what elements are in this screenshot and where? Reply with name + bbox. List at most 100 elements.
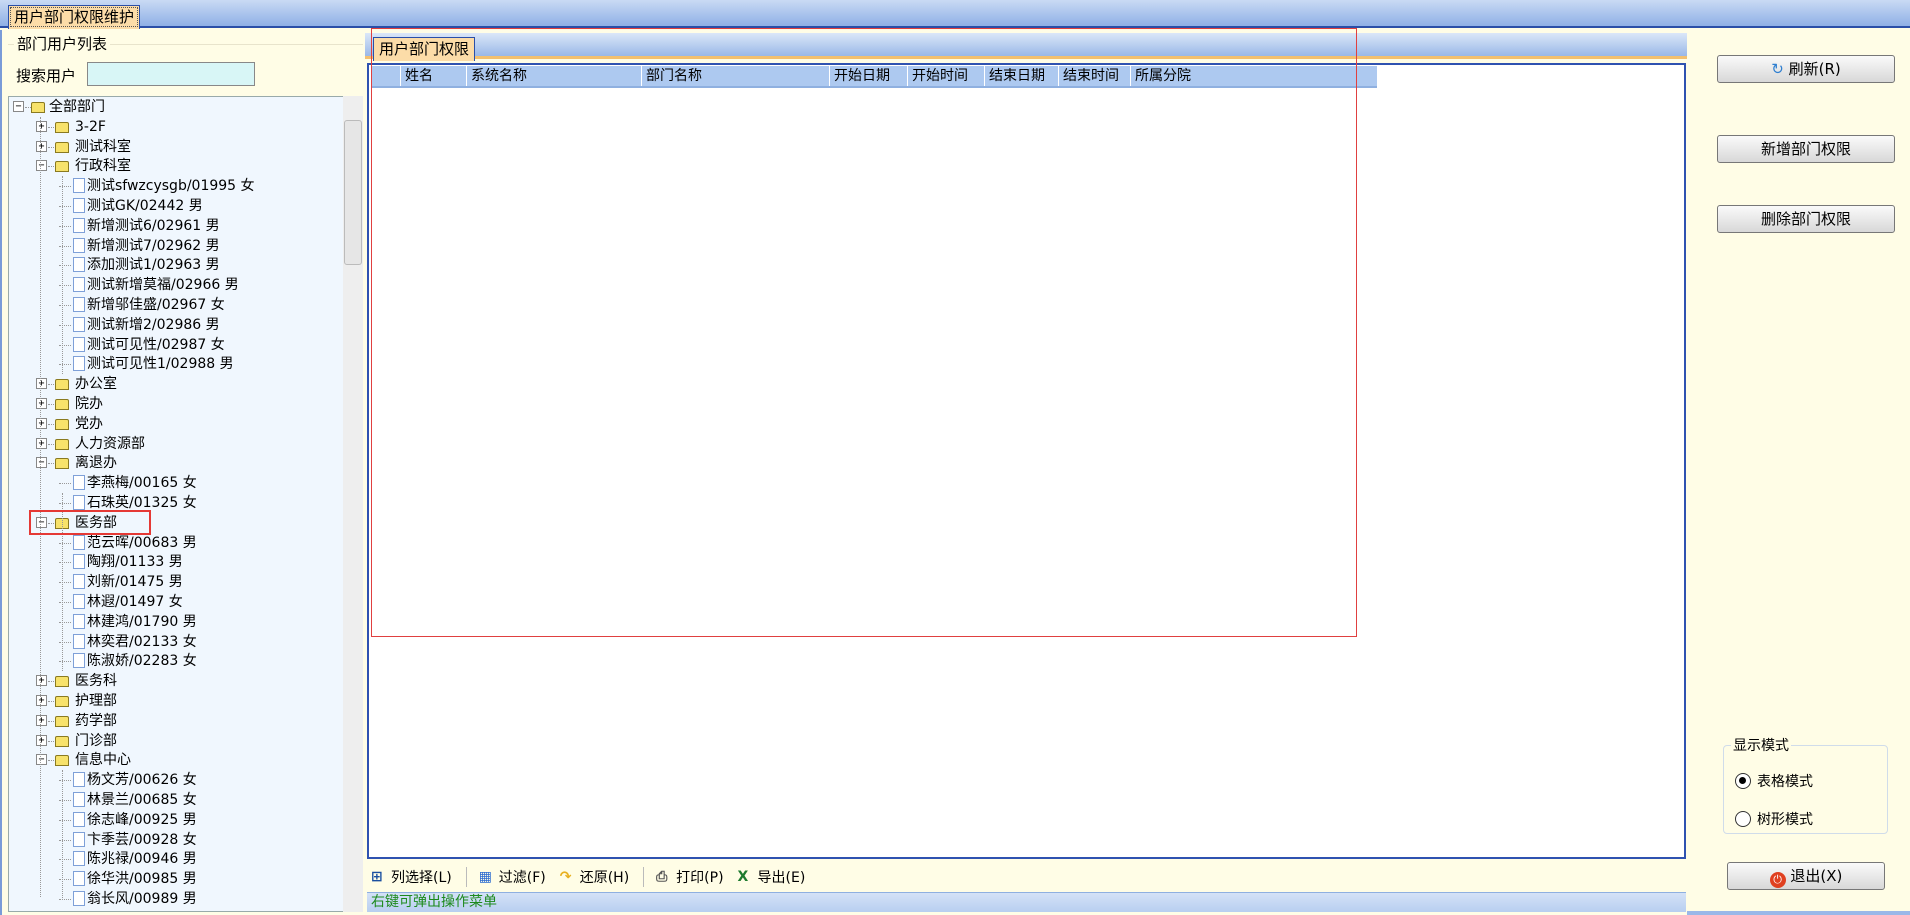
expand-icon[interactable]: + — [36, 734, 47, 746]
tree-user-node[interactable]: 林建鸿/01790 男 — [9, 612, 349, 632]
tree-user-node[interactable]: 陶翔/01133 男 — [9, 552, 349, 572]
tree-user-node[interactable]: 林景兰/00685 女 — [9, 790, 349, 810]
tree-folder-node[interactable]: − 行政科室 — [9, 156, 349, 176]
add-dept-permission-button[interactable]: 新增部门权限 — [1717, 135, 1895, 163]
tree-user-node[interactable]: 测试可见性1/02988 男 — [9, 354, 349, 374]
tab-user-dept-permission-maintenance[interactable]: 用户部门权限维护 — [8, 5, 141, 29]
tree-user-node[interactable]: 徐志峰/00925 男 — [9, 810, 349, 830]
tree-node-label: 测试新增莫福/02966 男 — [87, 277, 239, 294]
tree-user-node[interactable]: 林遐/01497 女 — [9, 592, 349, 612]
tree-folder-node[interactable]: + 院办 — [9, 394, 349, 414]
tree-user-node[interactable]: 刘新/01475 男 — [9, 572, 349, 592]
column-header[interactable]: 开始日期 — [829, 66, 907, 86]
tree-connector — [59, 859, 71, 861]
tree-user-node[interactable]: 范云晖/00683 男 — [9, 533, 349, 553]
search-user-input[interactable] — [87, 62, 255, 86]
expand-icon[interactable]: + — [36, 675, 47, 687]
document-icon — [73, 356, 85, 372]
tree-node-label: 卞季芸/00928 女 — [87, 831, 197, 848]
column-header[interactable]: 部门名称 — [641, 66, 829, 86]
tree-connector — [59, 562, 71, 564]
document-icon — [73, 613, 85, 629]
expand-icon[interactable]: + — [36, 120, 47, 132]
tree-user-node[interactable]: 新增测试7/02962 男 — [9, 236, 349, 256]
expand-icon[interactable]: + — [36, 140, 47, 152]
tree-user-node[interactable]: 杨文芳/00626 女 — [9, 770, 349, 790]
column-header[interactable]: 结束时间 — [1058, 66, 1130, 86]
folder-icon — [55, 161, 69, 173]
permission-grid[interactable] — [367, 63, 1686, 859]
collapse-icon[interactable]: − — [36, 160, 47, 172]
tree-user-node[interactable]: 测试可见性/02987 女 — [9, 335, 349, 355]
tree-folder-node[interactable]: + 党办 — [9, 414, 349, 434]
refresh-button[interactable]: ↻ 刷新(R) — [1717, 55, 1895, 83]
toolbar-label: 过滤(F) — [498, 870, 546, 886]
tree-folder-node[interactable]: + 门诊部 — [9, 731, 349, 751]
delete-dept-permission-button[interactable]: 删除部门权限 — [1717, 205, 1895, 233]
tree-folder-node[interactable]: + 药学部 — [9, 711, 349, 731]
tree-node-label: 新增测试7/02962 男 — [87, 237, 220, 254]
tree-node-label: 李燕梅/00165 女 — [87, 475, 197, 492]
tree-folder-node[interactable]: + 测试科室 — [9, 137, 349, 157]
tab-user-dept-permission[interactable]: 用户部门权限 — [373, 37, 476, 61]
expand-icon[interactable]: + — [36, 378, 47, 390]
tree-scrollbar-thumb[interactable] — [344, 120, 362, 265]
tree-folder-node[interactable]: + 护理部 — [9, 691, 349, 711]
collapse-icon[interactable]: − — [36, 457, 47, 469]
collapse-icon[interactable]: − — [36, 754, 47, 766]
tree-node-label: 林奕君/02133 女 — [87, 633, 197, 650]
column-header[interactable]: 系统名称 — [466, 66, 641, 86]
tree-user-node[interactable]: 李燕梅/00165 女 — [9, 473, 349, 493]
column-header[interactable]: 所属分院 — [1130, 66, 1377, 86]
column-header[interactable] — [371, 66, 400, 86]
radio-tree-mode[interactable]: 树形模式 — [1735, 809, 1813, 829]
tree-node-label: 人力资源部 — [75, 435, 145, 452]
column-header[interactable]: 结束日期 — [984, 66, 1058, 86]
department-user-tree: − 全部部门 +3-2F + 测试科室 − 行政科室 测试sfwzcysgb/01995 女测… — [8, 96, 363, 912]
collapse-icon[interactable]: − — [13, 101, 24, 112]
radio-label: 树形模式 — [1757, 812, 1813, 828]
center-tab-strip — [365, 33, 1687, 59]
tree-user-node[interactable]: 测试新增莫福/02966 男 — [9, 275, 349, 295]
tree-folder-node[interactable]: + 办公室 — [9, 374, 349, 394]
column-header[interactable]: 姓名 — [400, 66, 466, 86]
tree-folder-node[interactable]: − 全部部门 — [9, 97, 349, 117]
column-header[interactable]: 开始时间 — [907, 66, 984, 86]
toolbar-button[interactable]: ▦ 过滤(F) — [479, 867, 546, 887]
document-icon — [73, 336, 85, 352]
expand-icon[interactable]: + — [36, 695, 47, 706]
tree-user-node[interactable]: 添加测试1/02963 男 — [9, 255, 349, 275]
tree-node-label: 测试可见性/02987 女 — [87, 336, 225, 353]
tree-folder-node[interactable]: − 信息中心 — [9, 750, 349, 770]
tree-user-node[interactable]: 卞季芸/00928 女 — [9, 830, 349, 850]
tree-user-node[interactable]: 新增邬佳盛/02967 女 — [9, 295, 349, 315]
tree-folder-node[interactable]: + 人力资源部 — [9, 434, 349, 454]
radio-label: 表格模式 — [1757, 774, 1813, 790]
tree-user-node[interactable]: 新增测试6/02961 男 — [9, 216, 349, 236]
tree-folder-node[interactable]: +3-2F — [9, 117, 349, 137]
tree-user-node[interactable]: 测试sfwzcysgb/01995 女 — [9, 176, 349, 196]
toolbar-button[interactable]: X 导出(E) — [738, 867, 806, 887]
filter-icon: ▦ — [478, 869, 492, 885]
folder-icon — [55, 379, 69, 391]
exit-button[interactable]: ⏻ 退出(X) — [1727, 862, 1885, 890]
tree-user-node[interactable]: 翁长风/00989 男 — [9, 889, 349, 909]
expand-icon[interactable]: + — [36, 417, 47, 429]
tree-user-node[interactable]: 陈兆禄/00946 男 — [9, 849, 349, 869]
tree-connector — [59, 899, 71, 900]
toolbar-button[interactable]: ↷ 还原(H) — [560, 867, 629, 887]
tree-node-label: 新增测试6/02961 男 — [87, 217, 220, 234]
tree-user-node[interactable]: 测试GK/02442 男 — [9, 196, 349, 216]
expand-icon[interactable]: + — [36, 398, 47, 409]
toolbar-button[interactable]: ⎙ 打印(P) — [656, 867, 723, 887]
tree-folder-node[interactable]: + 医务科 — [9, 671, 349, 691]
tree-user-node[interactable]: 徐华洪/00985 男 — [9, 869, 349, 889]
expand-icon[interactable]: + — [36, 714, 47, 726]
tree-user-node[interactable]: 测试新增2/02986 男 — [9, 315, 349, 335]
expand-icon[interactable]: + — [36, 437, 47, 449]
toolbar-button[interactable]: ⊞ 列选择(L) — [371, 867, 452, 887]
radio-table-mode[interactable]: 表格模式 — [1735, 771, 1813, 791]
tree-folder-node[interactable]: − 离退办 — [9, 453, 349, 473]
tree-user-node[interactable]: 林奕君/02133 女 — [9, 632, 349, 652]
tree-user-node[interactable]: 陈淑娇/02283 女 — [9, 651, 349, 671]
